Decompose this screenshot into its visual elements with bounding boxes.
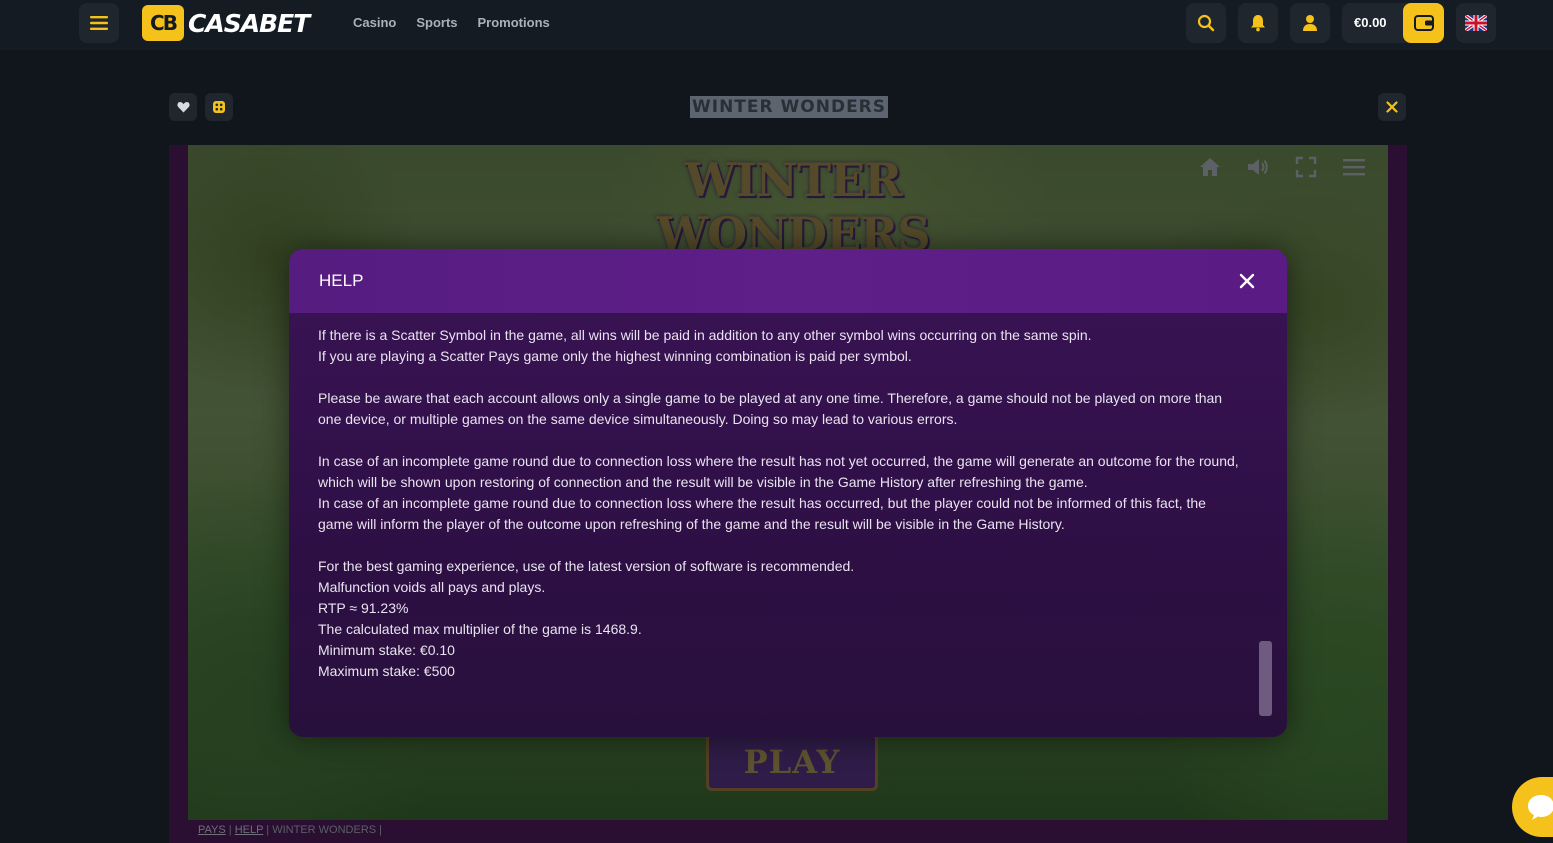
logo-text: CASABET xyxy=(188,8,310,38)
help-text-line: RTP ≈ 91.23% xyxy=(318,600,409,616)
help-scrollbar[interactable] xyxy=(1259,641,1272,716)
close-icon xyxy=(1386,101,1398,113)
random-game-button[interactable] xyxy=(205,93,233,121)
help-paragraph: If there is a Scatter Symbol in the game… xyxy=(318,325,1248,367)
nav-sports[interactable]: Sports xyxy=(416,15,457,30)
user-icon xyxy=(1303,15,1317,31)
wallet-icon xyxy=(1413,15,1434,31)
help-text-line: one device, or multiple games on the sam… xyxy=(318,411,958,427)
help-text-line: Minimum stake: €0.10 xyxy=(318,642,455,658)
wallet-button[interactable] xyxy=(1403,3,1444,43)
help-text-line: In case of an incomplete game round due … xyxy=(318,495,1206,511)
help-paragraph: In case of an incomplete game round due … xyxy=(318,451,1248,535)
help-text-line: game will inform the player of the outco… xyxy=(318,516,1065,532)
nav-promotions[interactable]: Promotions xyxy=(478,15,550,30)
uk-flag-icon xyxy=(1465,15,1487,31)
account-button[interactable] xyxy=(1290,3,1330,43)
help-title: HELP xyxy=(319,271,364,290)
game-name-label: WINTER WONDERS xyxy=(272,824,377,836)
game-title: WINTER WONDERS xyxy=(690,96,889,118)
help-text-line: In case of an incomplete game round due … xyxy=(318,453,1239,469)
chat-icon xyxy=(1528,795,1553,820)
search-icon xyxy=(1197,14,1215,32)
help-text-line: which will be shown upon restoring of co… xyxy=(318,474,1088,490)
link-separator: | xyxy=(225,824,235,836)
search-button[interactable] xyxy=(1186,3,1226,43)
menu-icon xyxy=(90,16,108,30)
game-footer-links: PAYS | HELP | WINTER WONDERS | xyxy=(198,824,382,836)
help-link[interactable]: HELP xyxy=(235,824,264,836)
help-content[interactable]: If there is a Scatter Symbol in the game… xyxy=(318,325,1248,721)
dice-icon xyxy=(213,101,225,113)
nav-casino[interactable]: Casino xyxy=(353,15,396,30)
link-separator: | xyxy=(263,824,273,836)
help-text-line: Maximum stake: €500 xyxy=(318,663,455,679)
logo-badge: CB xyxy=(142,5,184,41)
notifications-button[interactable] xyxy=(1238,3,1278,43)
balance-widget[interactable]: €0.00 xyxy=(1342,3,1444,43)
help-text-line: Malfunction voids all pays and plays. xyxy=(318,579,546,595)
language-button[interactable] xyxy=(1456,3,1496,43)
help-text-line: If there is a Scatter Symbol in the game… xyxy=(318,327,1092,343)
help-paragraph: Please be aware that each account allows… xyxy=(318,388,1248,430)
favorite-button[interactable] xyxy=(169,93,197,121)
pays-link[interactable]: PAYS xyxy=(198,824,226,836)
menu-button[interactable] xyxy=(79,3,119,43)
help-header: HELP xyxy=(289,249,1287,313)
top-navigation-bar: CB CASABET Casino Sports Promotions €0.0… xyxy=(0,0,1553,50)
casabet-logo[interactable]: CB CASABET xyxy=(142,5,310,41)
help-text-line: Please be aware that each account allows… xyxy=(318,390,1223,406)
help-text-line: If you are playing a Scatter Pays game o… xyxy=(318,348,912,364)
heart-icon xyxy=(176,102,190,113)
help-close-button[interactable] xyxy=(1235,269,1259,293)
help-paragraph: For the best gaming experience, use of t… xyxy=(318,556,1248,682)
help-text-line: For the best gaming experience, use of t… xyxy=(318,558,855,574)
link-separator: | xyxy=(376,824,383,836)
close-game-button[interactable] xyxy=(1378,93,1406,121)
main-nav: Casino Sports Promotions xyxy=(353,15,550,30)
help-text-line: The calculated max multiplier of the gam… xyxy=(318,621,642,637)
balance-amount: €0.00 xyxy=(1354,15,1387,30)
live-chat-button[interactable] xyxy=(1512,777,1553,837)
bell-icon xyxy=(1251,15,1265,32)
close-icon xyxy=(1239,273,1255,289)
help-dialog: HELP If there is a Scatter Symbol in the… xyxy=(289,249,1287,737)
